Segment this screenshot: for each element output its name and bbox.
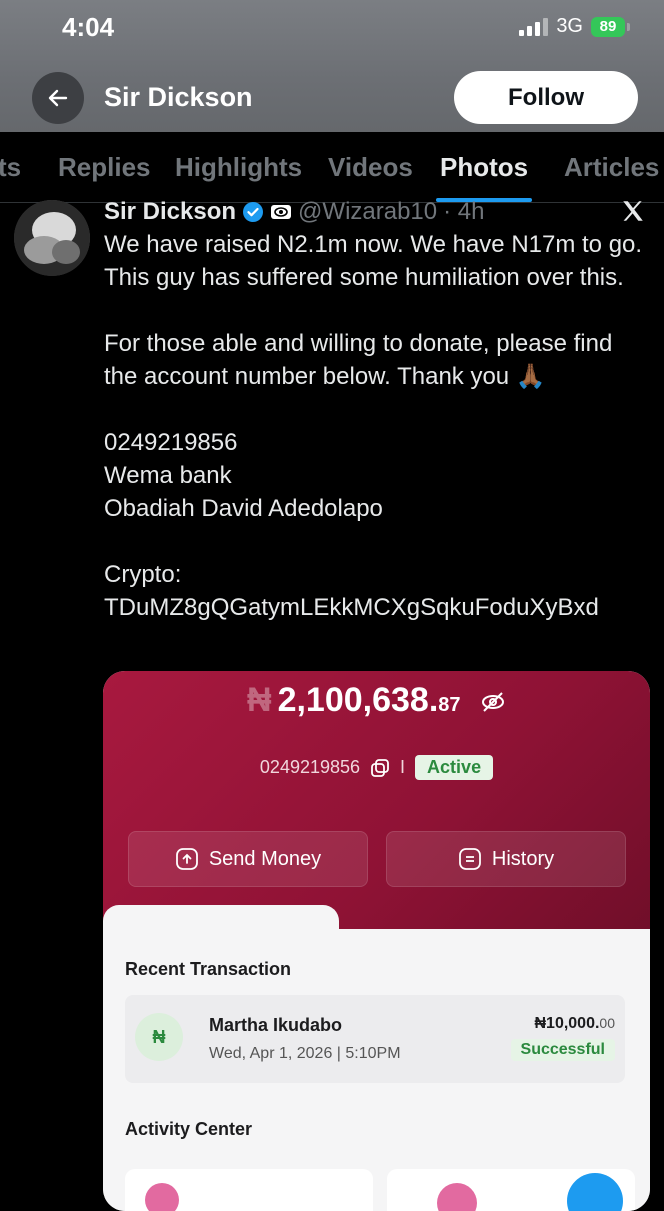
send-money-button: Send Money bbox=[128, 831, 368, 887]
incoming-transfer-icon: ₦ bbox=[135, 1013, 183, 1061]
transaction-amount: ₦10,000.00 bbox=[534, 1015, 615, 1033]
profile-tabs: ts Replies Highlights Videos Photos Arti… bbox=[0, 132, 664, 203]
tab-videos[interactable]: Videos bbox=[328, 152, 413, 183]
battery-level: 89 bbox=[591, 16, 625, 37]
activity-card bbox=[125, 1169, 373, 1211]
avatar-image bbox=[14, 200, 90, 276]
affiliate-badge-icon bbox=[271, 205, 292, 219]
signal-icon bbox=[519, 17, 549, 36]
account-number: 0249219856 bbox=[259, 757, 361, 777]
battery-icon: 89 bbox=[591, 16, 630, 37]
upload-icon bbox=[175, 848, 198, 870]
copy-icon bbox=[371, 758, 389, 777]
author-handle[interactable]: @Wizarab10 bbox=[298, 198, 437, 226]
hide-balance-icon bbox=[481, 692, 504, 712]
tab-articles[interactable]: Articles bbox=[564, 152, 659, 183]
currency-symbol: ₦ bbox=[247, 681, 272, 719]
author-avatar[interactable] bbox=[14, 200, 90, 276]
network-type: 3G bbox=[556, 15, 583, 37]
tab-photos[interactable]: Photos bbox=[440, 152, 528, 183]
balance-main: 2,100,638. bbox=[277, 681, 439, 719]
balance-amount: ₦ 2,100,638.87 bbox=[103, 681, 650, 720]
tweet-text: We have raised N2.1m now. We have N17m t… bbox=[104, 231, 643, 621]
send-money-label: Send Money bbox=[208, 847, 322, 870]
history-button: History bbox=[386, 831, 626, 887]
balance-cents: 87 bbox=[438, 694, 461, 716]
status-time: 4:04 bbox=[62, 12, 115, 42]
follow-button[interactable]: Follow bbox=[454, 71, 638, 124]
tweet-header: Sir Dickson @Wizarab10 · 4h bbox=[104, 198, 484, 226]
account-status-badge: Active bbox=[415, 755, 494, 780]
transaction-status-badge: Successful bbox=[510, 1039, 615, 1061]
separator: I bbox=[400, 757, 406, 777]
verified-badge-icon bbox=[243, 202, 264, 222]
arrow-left-icon bbox=[48, 89, 68, 107]
transaction-amount-cents: 00 bbox=[599, 1015, 615, 1031]
tab-highlights[interactable]: Highlights bbox=[175, 152, 302, 183]
recent-transaction-title: Recent Transaction bbox=[125, 959, 292, 979]
history-label: History bbox=[491, 847, 555, 870]
tab-posts[interactable]: ts bbox=[0, 152, 21, 183]
transaction-name: Martha Ikudabo bbox=[209, 1015, 343, 1035]
profile-title: Sir Dickson bbox=[104, 82, 253, 112]
tweet-photo[interactable]: ₦ 2,100,638.87 0249219856 I Active Send M… bbox=[103, 671, 650, 1211]
transactions-sheet: Recent Transaction ₦ Martha Ikudabo Wed,… bbox=[103, 905, 650, 1211]
history-icon bbox=[458, 848, 481, 870]
status-indicators: 3G 89 bbox=[519, 15, 630, 38]
author-name[interactable]: Sir Dickson bbox=[104, 198, 236, 226]
activity-center-title: Activity Center bbox=[125, 1119, 253, 1139]
tweet-time: · 4h bbox=[443, 198, 485, 225]
back-button[interactable] bbox=[32, 72, 84, 124]
transaction-item: ₦ Martha Ikudabo Wed, Apr 1, 2026 | 5:10… bbox=[125, 995, 625, 1083]
transaction-date: Wed, Apr 1, 2026 | 5:10PM bbox=[209, 1045, 401, 1062]
account-row: 0249219856 I Active bbox=[103, 755, 650, 780]
transaction-amount-main: ₦10,000. bbox=[534, 1015, 600, 1032]
activity-card bbox=[387, 1169, 635, 1211]
x-logo-icon bbox=[623, 201, 643, 221]
tab-replies[interactable]: Replies bbox=[58, 152, 151, 183]
top-header: 4:04 3G 89 Sir Dickson Follow bbox=[0, 0, 664, 132]
